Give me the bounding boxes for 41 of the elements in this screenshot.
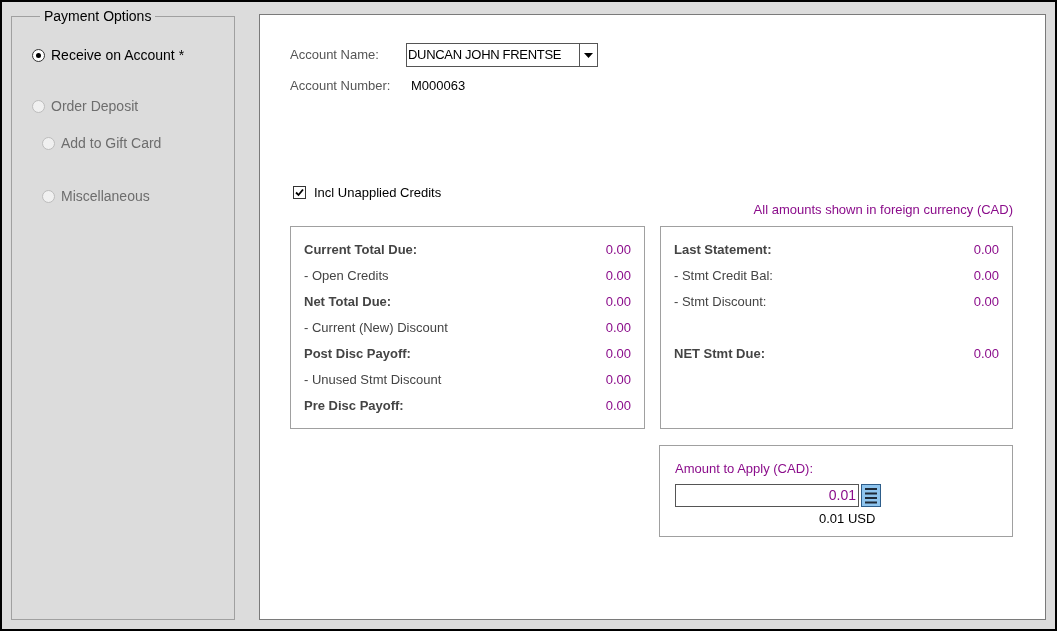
row-value: 0.00 xyxy=(973,266,999,285)
row-value: 0.00 xyxy=(973,292,999,311)
row-label: - Stmt Credit Bal: xyxy=(674,266,773,285)
account-name-dropdown[interactable]: DUNCAN JOHN FRENTSE xyxy=(406,43,598,67)
row-value: 0.00 xyxy=(605,318,631,337)
row-value: 0.00 xyxy=(605,240,631,259)
converted-amount: 0.01 USD xyxy=(819,510,877,528)
row-value: 0.00 xyxy=(973,344,999,363)
checkbox-label: Incl Unapplied Credits xyxy=(314,183,442,202)
account-number: M000063 xyxy=(411,77,466,95)
row-value: 0.00 xyxy=(605,370,631,389)
group-title: Payment Options xyxy=(43,7,153,26)
row-label: - Current (New) Discount xyxy=(304,318,448,337)
radio-button[interactable] xyxy=(32,49,45,62)
currency-note: All amounts shown in foreign currency (CAD) xyxy=(753,201,1013,219)
option-label: Receive on Account * xyxy=(51,46,185,65)
field-label: Account Number: xyxy=(290,77,392,95)
checkmark-icon xyxy=(295,187,304,197)
amount-label: Amount to Apply (CAD): xyxy=(675,459,814,478)
menu-icon[interactable] xyxy=(861,484,881,507)
option-label: Order Deposit xyxy=(51,97,139,116)
option-label: Miscellaneous xyxy=(61,187,150,206)
row-value: 0.00 xyxy=(973,240,999,259)
row-label: Last Statement: xyxy=(674,240,772,259)
row-label: - Stmt Discount: xyxy=(674,292,767,311)
row-label: Pre Disc Payoff: xyxy=(304,396,404,415)
row-value: 0.00 xyxy=(605,344,631,363)
row-value: 0.00 xyxy=(605,292,631,311)
amount-field[interactable]: 0.01 xyxy=(675,484,859,507)
row-label: Net Total Due: xyxy=(304,292,392,311)
row-value: 0.00 xyxy=(605,396,631,415)
row-label: - Unused Stmt Discount xyxy=(304,370,442,389)
checkbox[interactable] xyxy=(293,185,306,199)
row-label: Current Total Due: xyxy=(304,240,418,259)
option-label: Add to Gift Card xyxy=(61,134,162,153)
field-label: Account Name: xyxy=(290,46,380,65)
row-value: 0.00 xyxy=(605,266,631,285)
row-label: Post Disc Payoff: xyxy=(304,344,411,363)
row-label: NET Stmt Due: xyxy=(674,344,765,363)
row-label: - Open Credits xyxy=(304,266,389,285)
caret-icon xyxy=(584,52,593,58)
